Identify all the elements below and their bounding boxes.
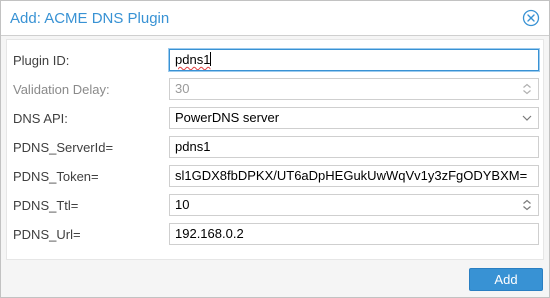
add-button[interactable]: Add	[469, 268, 543, 291]
plugin-id-input[interactable]: pdns1	[168, 48, 540, 72]
form-panel: Plugin ID: pdns1 Validation Delay: 30 DN…	[6, 39, 544, 260]
pdns-url-label: PDNS_Url=	[13, 227, 81, 242]
pdns-url-row: PDNS_Url= 192.168.0.2	[7, 223, 545, 247]
plugin-id-value: pdns1	[175, 52, 211, 67]
dns-api-select[interactable]: PowerDNS server	[169, 107, 539, 129]
chevron-down-icon[interactable]	[520, 111, 534, 125]
plugin-id-row: Plugin ID: pdns1	[7, 48, 545, 73]
close-button[interactable]	[522, 9, 540, 27]
plugin-id-label: Plugin ID:	[13, 53, 70, 68]
close-circle-icon	[522, 9, 540, 27]
dialog-titlebar: Add: ACME DNS Plugin	[1, 1, 549, 36]
pdns-token-label: PDNS_Token=	[13, 169, 99, 184]
dns-api-value: PowerDNS server	[175, 110, 280, 125]
validation-delay-row: Validation Delay: 30	[7, 78, 545, 102]
dns-api-row: DNS API: PowerDNS server	[7, 107, 545, 131]
spinner-arrows-icon[interactable]	[520, 198, 534, 212]
pdns-ttl-input[interactable]: 10	[169, 194, 539, 216]
pdns-serverid-row: PDNS_ServerId= pdns1	[7, 136, 545, 160]
dns-api-label: DNS API:	[13, 111, 68, 126]
text-caret	[210, 52, 212, 66]
add-acme-dns-plugin-dialog: Add: ACME DNS Plugin Plugin ID: pdns1 Va…	[0, 0, 550, 298]
pdns-ttl-row: PDNS_Ttl= 10	[7, 194, 545, 218]
validation-delay-input[interactable]: 30	[169, 78, 539, 100]
dialog-footer: Add	[1, 260, 549, 297]
pdns-token-input[interactable]: sl1GDX8fbDPKX/UT6aDpHEGukUwWqVv1y3zFgODY…	[169, 165, 539, 187]
spinner-arrows-icon[interactable]	[520, 82, 534, 96]
pdns-ttl-label: PDNS_Ttl=	[13, 198, 79, 213]
pdns-token-value: sl1GDX8fbDPKX/UT6aDpHEGukUwWqVv1y3zFgODY…	[175, 168, 528, 183]
validation-delay-value: 30	[175, 81, 190, 96]
pdns-url-value: 192.168.0.2	[175, 226, 244, 241]
pdns-token-row: PDNS_Token= sl1GDX8fbDPKX/UT6aDpHEGukUwW…	[7, 165, 545, 189]
pdns-ttl-value: 10	[175, 197, 190, 212]
pdns-url-input[interactable]: 192.168.0.2	[169, 223, 539, 245]
validation-delay-label: Validation Delay:	[13, 82, 110, 97]
pdns-serverid-label: PDNS_ServerId=	[13, 140, 114, 155]
pdns-serverid-input[interactable]: pdns1	[169, 136, 539, 158]
pdns-serverid-value: pdns1	[175, 139, 211, 154]
dialog-title: Add: ACME DNS Plugin	[10, 10, 170, 27]
